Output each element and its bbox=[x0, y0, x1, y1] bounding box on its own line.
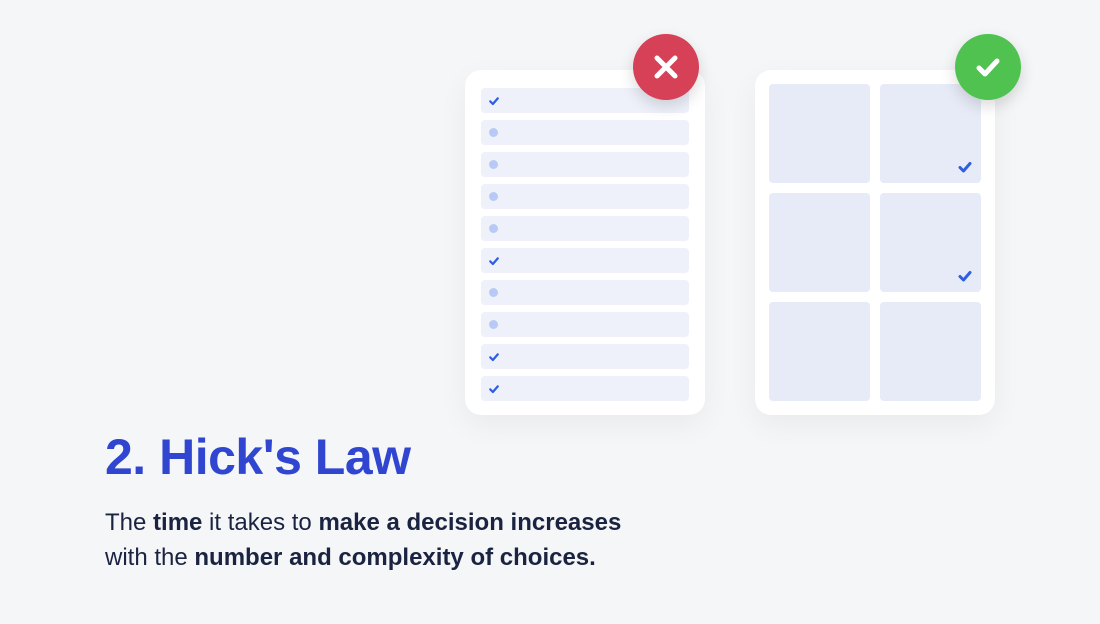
list-item bbox=[481, 248, 689, 273]
checkmark-icon bbox=[488, 351, 500, 363]
list-bullet-icon bbox=[489, 288, 498, 297]
list-item bbox=[481, 280, 689, 305]
checkmark-icon bbox=[957, 268, 973, 284]
desc-part: with the bbox=[105, 544, 194, 571]
heading: 2. Hick's Law bbox=[105, 428, 621, 486]
grid-cell bbox=[880, 193, 981, 292]
desc-bold-decision: make a decision increases bbox=[318, 509, 621, 536]
content-text: 2. Hick's Law The time it takes to make … bbox=[105, 428, 621, 576]
list-bullet-icon bbox=[489, 224, 498, 233]
list-bullet-icon bbox=[489, 160, 498, 169]
description: The time it takes to make a decision inc… bbox=[105, 506, 621, 576]
desc-part: it takes to bbox=[202, 509, 318, 536]
grid-cell bbox=[769, 84, 870, 183]
desc-bold-time: time bbox=[153, 509, 202, 536]
list-bullet-icon bbox=[489, 320, 498, 329]
x-icon bbox=[650, 51, 682, 83]
grid-cell bbox=[769, 193, 870, 292]
checkmark-icon bbox=[957, 159, 973, 175]
list-item bbox=[481, 120, 689, 145]
checkmark-icon bbox=[488, 95, 500, 107]
list-bullet-icon bbox=[489, 192, 498, 201]
desc-bold-choices: number and complexity of choices. bbox=[194, 544, 595, 571]
grid-cell bbox=[880, 84, 981, 183]
list-bullet-icon bbox=[489, 128, 498, 137]
grid-cell bbox=[769, 302, 870, 401]
check-icon bbox=[971, 50, 1005, 84]
list-item bbox=[481, 216, 689, 241]
bad-example-card bbox=[465, 70, 705, 415]
list-item bbox=[481, 312, 689, 337]
list-item bbox=[481, 344, 689, 369]
list-item bbox=[481, 376, 689, 401]
good-example-card bbox=[755, 70, 995, 415]
desc-part: The bbox=[105, 509, 153, 536]
x-badge bbox=[633, 34, 699, 100]
list-item bbox=[481, 152, 689, 177]
grid-cell bbox=[880, 302, 981, 401]
checkmark-icon bbox=[488, 255, 500, 267]
check-badge bbox=[955, 34, 1021, 100]
checkmark-icon bbox=[488, 383, 500, 395]
list-item bbox=[481, 184, 689, 209]
